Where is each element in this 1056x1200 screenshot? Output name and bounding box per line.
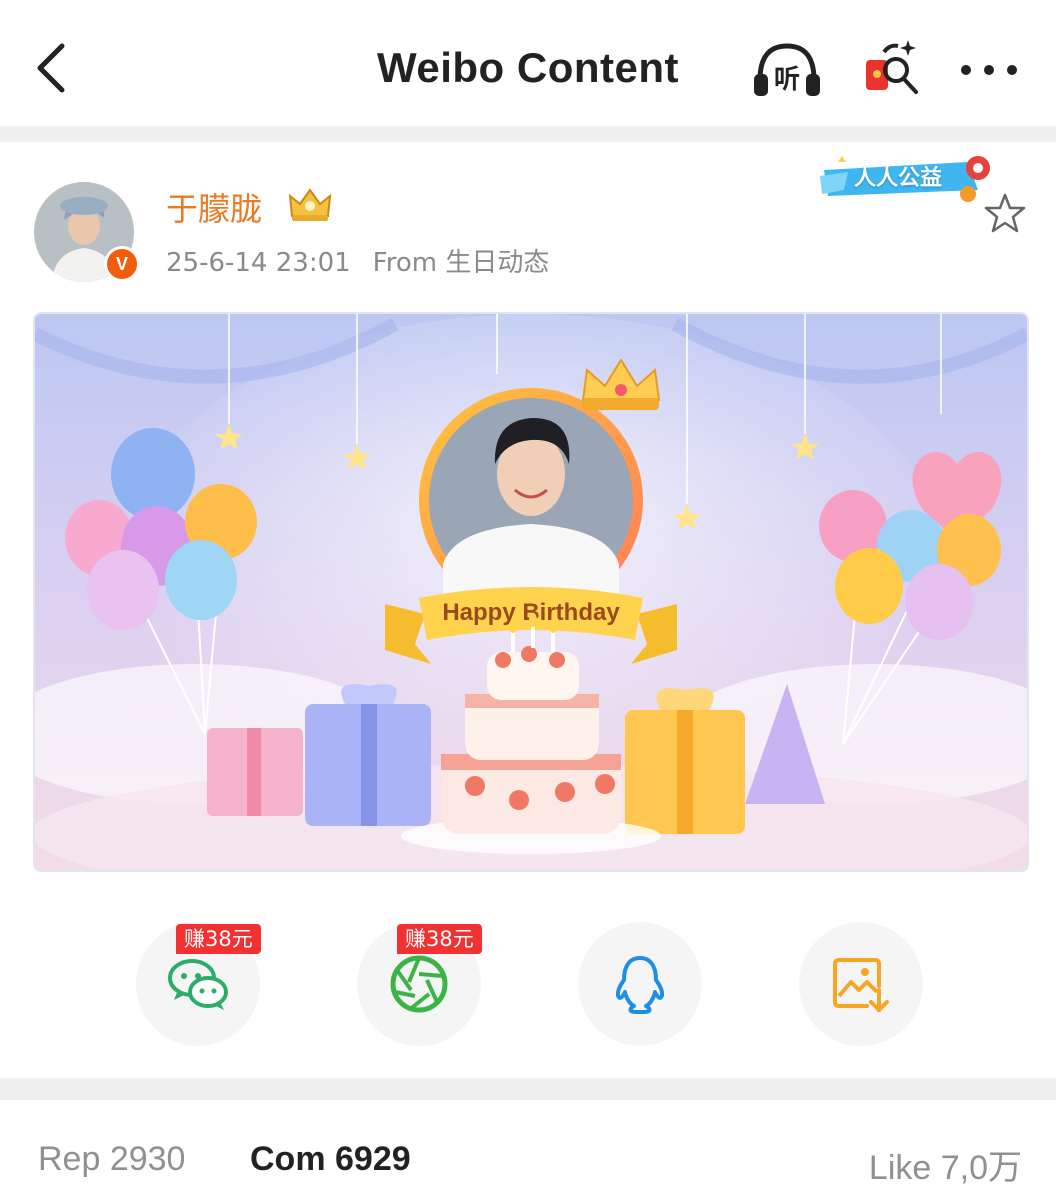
headphones-icon: 听	[754, 43, 820, 96]
qq-penguin-icon	[615, 956, 665, 1014]
engagement-tabs: Rep 2930 Com 6929 Like 7,0万	[0, 1100, 1056, 1200]
author-name[interactable]: 于朦胧	[166, 184, 262, 230]
birthday-banner-image[interactable]: Happy Birthday	[33, 312, 1029, 872]
image-download-icon	[833, 958, 889, 1012]
top-nav-bar: Weibo Content 听	[0, 0, 1056, 126]
save-image-button[interactable]	[799, 922, 923, 1046]
stats-divider	[0, 1078, 1056, 1100]
more-options-button[interactable]	[958, 38, 1022, 102]
camera-shutter-icon	[390, 955, 448, 1013]
header-divider	[0, 126, 1056, 142]
weibo-post-card: V 于朦胧 25-6-14 23:01 From 生日动态 人人公益 Happy…	[0, 142, 1056, 1078]
tab-likes[interactable]: Like 7,0万	[869, 1140, 1022, 1189]
favorite-star-button[interactable]	[984, 192, 1026, 234]
share-qq-button[interactable]	[578, 922, 702, 1046]
tab-comments[interactable]: Com 6929	[250, 1140, 411, 1179]
red-packet-search-button[interactable]	[862, 38, 922, 102]
charity-badge-label: 人人公益	[854, 166, 943, 191]
share-row: 赚38元 赚38元	[0, 922, 1056, 1052]
tab-reposts[interactable]: Rep 2930	[38, 1140, 185, 1179]
verified-badge: V	[104, 246, 140, 282]
wechat-earn-badge: 赚38元	[176, 924, 261, 954]
moments-earn-badge: 赚38元	[397, 924, 482, 954]
post-source[interactable]: From 生日动态	[373, 248, 550, 278]
charity-badge[interactable]: 人人公益	[818, 150, 996, 206]
listen-button[interactable]: 听	[750, 38, 824, 102]
more-dots-icon	[961, 65, 1017, 75]
listen-label: 听	[774, 65, 800, 95]
vip-crown-icon	[288, 188, 332, 221]
star-outline-icon	[984, 193, 1026, 233]
post-meta: 25-6-14 23:01 From 生日动态	[166, 242, 549, 279]
red-packet-search-icon	[866, 40, 918, 94]
wechat-icon	[168, 959, 228, 1010]
post-timestamp: 25-6-14 23:01	[166, 248, 351, 278]
birthday-illustration: Happy Birthday	[35, 314, 1027, 870]
